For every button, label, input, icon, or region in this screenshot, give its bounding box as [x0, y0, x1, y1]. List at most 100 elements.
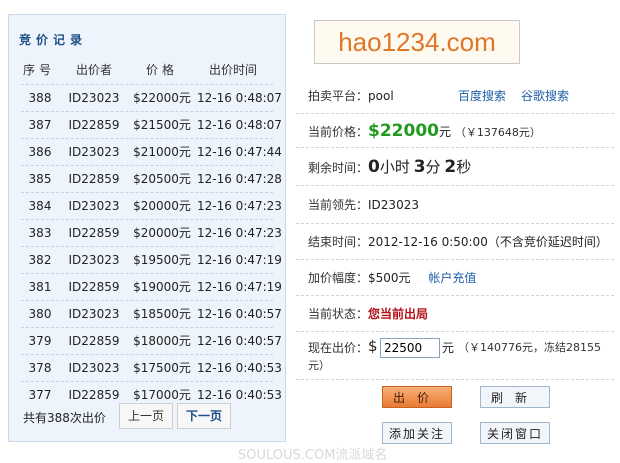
row-time: 12-16 0:47:28: [197, 172, 282, 186]
bid-note: （￥140776元，冻结28155: [458, 341, 601, 354]
row-time: 12-16 0:47:19: [197, 253, 282, 267]
records-header: 序号 出价者 价格 出价时间: [9, 61, 285, 81]
platform-row: 拍卖平台：pool 百度搜索 谷歌搜索: [296, 78, 614, 114]
table-row: 378 ID23023 $17500元 12-16 0:40:53: [21, 354, 282, 381]
hours-unit: 小时: [379, 158, 410, 176]
table-row: 385 ID22859 $20500元 12-16 0:47:28: [21, 165, 282, 192]
row-price: $18000元: [133, 334, 191, 348]
row-price: $22000元: [133, 91, 191, 105]
seconds-value: 2: [444, 157, 457, 177]
row-price: $21500元: [133, 118, 191, 132]
price-rmb: （￥137648元）: [454, 126, 541, 139]
place-bid-button[interactable]: 出价: [382, 386, 452, 408]
bid-note-end: 元）: [308, 359, 330, 372]
bid-amount-input[interactable]: [380, 338, 440, 358]
price-label: 当前价格：: [308, 125, 369, 139]
bid-currency: $: [368, 337, 378, 355]
row-time: 12-16 0:47:44: [197, 145, 282, 159]
header-price: 价格: [145, 63, 178, 77]
refresh-button[interactable]: 刷新: [480, 386, 550, 408]
table-row: 387 ID22859 $21500元 12-16 0:48:07: [21, 111, 282, 138]
row-price: $18500元: [133, 307, 191, 321]
bid-records-panel: 竞价记录 序号 出价者 价格 出价时间 388 ID23023 $22000元 12-…: [8, 14, 286, 442]
increment-row: 加价幅度：$500元 帐户充值: [296, 260, 614, 296]
minutes-value: 3: [413, 157, 426, 177]
row-index: 386: [28, 145, 52, 159]
row-price: $21000元: [133, 145, 191, 159]
row-price: $20000元: [133, 226, 191, 240]
row-index: 381: [28, 280, 52, 294]
watermark: SOULOUS.COM流派域名: [238, 448, 388, 463]
remaining-row: 剩余时间：0小时 3分 2秒: [296, 148, 614, 186]
row-time: 12-16 0:48:07: [197, 118, 282, 132]
auction-panel: hao1234.com 拍卖平台：pool 百度搜索 谷歌搜索 当前价格：$22…: [296, 14, 614, 444]
row-price: $17500元: [133, 361, 191, 375]
google-search-link[interactable]: 谷歌搜索: [521, 78, 569, 114]
recharge-link[interactable]: 帐户充值: [428, 271, 476, 285]
row-index: 384: [28, 199, 52, 213]
row-bidder: ID23023: [68, 145, 120, 159]
row-bidder: ID23023: [68, 307, 120, 321]
total-bids: 共有388次出价: [23, 411, 106, 425]
row-index: 380: [28, 307, 52, 321]
row-price: $19000元: [133, 280, 191, 294]
row-index: 383: [28, 226, 52, 240]
row-index: 387: [28, 118, 52, 132]
platform-label: 拍卖平台：: [308, 89, 369, 103]
row-bidder: ID23023: [68, 361, 120, 375]
status-value: 您当前出局: [368, 307, 429, 321]
header-bidder: 出价者: [75, 63, 112, 77]
platform-value: pool: [368, 89, 394, 103]
row-price: $20000元: [133, 199, 191, 213]
add-follow-button[interactable]: 添加关注: [382, 422, 452, 444]
minutes-unit: 分: [425, 158, 441, 176]
header-index: 序号: [23, 63, 56, 77]
row-time: 12-16 0:40:57: [197, 334, 282, 348]
row-time: 12-16 0:47:23: [197, 226, 282, 240]
status-label: 当前状态：: [308, 307, 369, 321]
row-index: 378: [28, 361, 52, 375]
table-row: 383 ID22859 $20000元 12-16 0:47:23: [21, 219, 282, 246]
end-time-row: 结束时间：2012-12-16 0:50:00（不含竞价延迟时间）: [296, 224, 614, 260]
row-time: 12-16 0:47:19: [197, 280, 282, 294]
row-bidder: ID23023: [68, 199, 120, 213]
leader-value: ID23023: [368, 198, 419, 212]
close-window-button[interactable]: 关闭窗口: [480, 422, 550, 444]
row-index: 388: [28, 91, 52, 105]
records-title: 竞价记录: [19, 33, 88, 47]
row-bidder: ID22859: [68, 226, 120, 240]
row-time: 12-16 0:40:53: [197, 361, 282, 375]
header-time: 出价时间: [208, 63, 257, 77]
row-bidder: ID23023: [68, 253, 120, 267]
prev-page-button[interactable]: 上一页: [119, 403, 174, 429]
hours-value: 0: [368, 157, 380, 177]
bid-label: 现在出价：: [308, 341, 369, 355]
row-bidder: ID22859: [68, 172, 120, 186]
table-row: 386 ID23023 $21000元 12-16 0:47:44: [21, 138, 282, 165]
row-time: 12-16 0:47:23: [197, 199, 282, 213]
baidu-search-link[interactable]: 百度搜索: [458, 78, 506, 114]
row-time: 12-16 0:40:57: [197, 307, 282, 321]
leader-row: 当前领先：ID23023: [296, 186, 614, 224]
price-row: 当前价格：$22000元 （￥137648元）: [296, 114, 614, 148]
row-index: 382: [28, 253, 52, 267]
leader-label: 当前领先：: [308, 198, 369, 212]
row-bidder: ID23023: [68, 91, 120, 105]
domain-logo: hao1234.com: [314, 20, 520, 64]
row-bidder: ID22859: [68, 280, 120, 294]
seconds-unit: 秒: [456, 158, 472, 176]
table-row: 379 ID22859 $18000元 12-16 0:40:57: [21, 327, 282, 354]
table-row: 382 ID23023 $19500元 12-16 0:47:19: [21, 246, 282, 273]
bid-row: 现在出价： $ 元 （￥140776元，冻结28155 元）: [296, 332, 614, 380]
row-index: 379: [28, 334, 52, 348]
row-time: 12-16 0:48:07: [197, 91, 282, 105]
increment-label: 加价幅度：: [308, 271, 369, 285]
table-row: 388 ID23023 $22000元 12-16 0:48:07: [21, 84, 282, 111]
records-list: 388 ID23023 $22000元 12-16 0:48:07 387 ID22859…: [21, 84, 282, 408]
current-price: $22000: [368, 121, 439, 141]
next-page-button[interactable]: 下一页: [177, 403, 232, 429]
row-index: 385: [28, 172, 52, 186]
row-price: $19500元: [133, 253, 191, 267]
table-row: 380 ID23023 $18500元 12-16 0:40:57: [21, 300, 282, 327]
end-time-label: 结束时间：: [308, 235, 369, 249]
